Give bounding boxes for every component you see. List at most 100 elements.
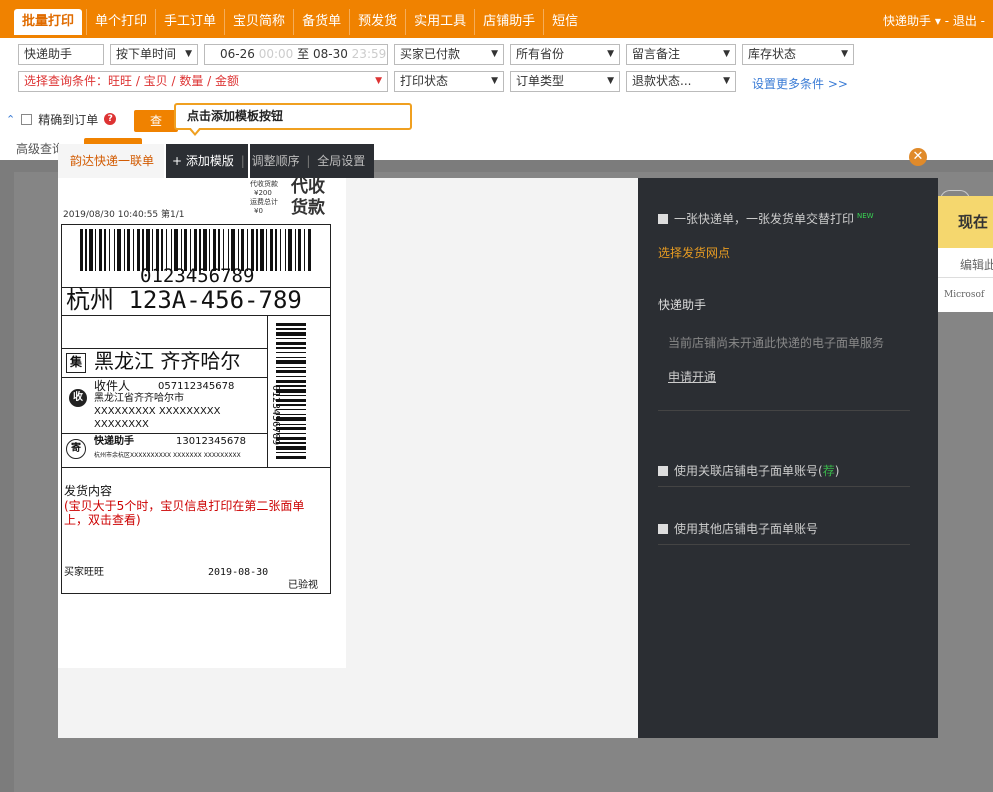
exact-match-label: 精确到订单 — [38, 112, 99, 127]
use-other-checkbox[interactable] — [658, 524, 668, 534]
barcode-bar — [276, 342, 306, 345]
freight-amount: ¥0 — [254, 207, 263, 215]
tab-manual-order[interactable]: 手工订单 — [155, 9, 224, 35]
shop-select[interactable]: 快递助手 — [18, 44, 104, 65]
help-icon[interactable]: ? — [104, 113, 117, 125]
label-paper: 代收货款 ¥200 运费总计 ¥0 代收 货款 2019/08/30 10:40… — [58, 178, 346, 668]
vertical-barcode — [276, 323, 306, 459]
barcode-bar — [95, 229, 96, 271]
tab-batch-print[interactable]: 批量打印 — [14, 9, 83, 35]
alt-print-label: 一张快递单，一张发货单交替打印 — [674, 212, 855, 226]
collapse-up-icon[interactable]: ⌃ — [6, 113, 15, 126]
divider — [62, 315, 330, 316]
global-settings-button[interactable]: 全局设置 — [317, 154, 365, 168]
add-template-button[interactable]: + 添加模版 — [172, 154, 234, 168]
date-range-field[interactable]: 06-26 00:00 至 08-30 23:59 — [204, 44, 388, 65]
divider — [62, 377, 268, 378]
caret-down-icon: ▼ — [375, 76, 382, 86]
cod-amount: ¥200 — [254, 189, 272, 197]
use-related-option[interactable]: 使用关联店铺电子面单账号(荐) — [658, 462, 839, 479]
new-badge: NEW — [857, 212, 874, 220]
content-title: 发货内容 — [64, 484, 113, 498]
barcode-bar — [276, 328, 306, 330]
receiver-name: 收件人 — [94, 379, 131, 393]
barcode-bar — [276, 370, 306, 373]
barcode-bar — [276, 323, 306, 326]
barcode-number: 0123456789 — [140, 265, 255, 287]
tab-yunda-template[interactable]: 韵达快递一联单 — [58, 144, 166, 178]
barcode-bar — [276, 332, 306, 336]
close-icon[interactable]: ✕ — [909, 148, 927, 166]
now-banner[interactable]: 现在 — [938, 196, 993, 248]
barcode-bar — [127, 229, 130, 271]
tab-sms[interactable]: 短信 — [543, 9, 586, 35]
tooltip-arrow-inner — [190, 127, 200, 133]
barcode-bar — [80, 229, 83, 271]
sender-address: 杭州市余杭区XXXXXXXXXX XXXXXXX XXXXXXXXX — [94, 452, 241, 459]
order-type-select[interactable]: 订单类型 ▼ — [510, 71, 620, 92]
guide-tooltip: 点击添加模板按钮 — [174, 103, 412, 130]
cod-amount-label: 代收货款 — [250, 180, 278, 188]
advanced-query-label: 高级查询 — [16, 142, 65, 156]
barcode-bar — [276, 357, 306, 358]
sender-icon: 寄 — [66, 439, 86, 459]
barcode-bar — [270, 229, 273, 271]
toolbar-separator: | — [306, 154, 311, 168]
memo-select[interactable]: 留言备注 ▼ — [626, 44, 736, 65]
tab-single-print[interactable]: 单个打印 — [86, 9, 155, 35]
province-select[interactable]: 所有省份 ▼ — [510, 44, 620, 65]
caret-down-icon: ▼ — [185, 49, 192, 59]
time-end: 23:59 — [351, 47, 387, 61]
receiver-address-3: XXXXXXXX — [94, 419, 149, 430]
tab-tools[interactable]: 实用工具 — [405, 9, 474, 35]
search-button[interactable]: 查 — [134, 110, 178, 132]
refund-status-value: 退款状态... — [632, 74, 692, 88]
recommend-link[interactable]: 荐 — [823, 464, 835, 478]
barcode-bar — [276, 360, 306, 364]
use-other-option[interactable]: 使用其他店铺电子面单账号 — [658, 520, 818, 537]
order-time-select[interactable]: 按下单时间 ▼ — [110, 44, 198, 65]
date-start: 06-26 — [220, 47, 255, 61]
barcode-bar — [133, 229, 134, 271]
apply-link[interactable]: 申请开通 — [668, 368, 716, 385]
more-conditions-link[interactable]: 设置更多条件 >> — [752, 75, 848, 92]
refund-status-select[interactable]: 退款状态... ▼ — [626, 71, 736, 92]
tab-item-alias[interactable]: 宝贝简称 — [224, 9, 293, 35]
exact-match-checkbox[interactable] — [21, 113, 33, 125]
buyer-id: 买家旺旺 — [64, 567, 104, 578]
use-related-suffix: ) — [834, 464, 840, 478]
query-condition-select[interactable]: 选择查询条件：旺旺 / 宝贝 / 数量 / 金额 ▼ — [18, 71, 388, 92]
print-status-select[interactable]: 打印状态 ▼ — [394, 71, 504, 92]
modal-tab-bar: 韵达快递一联单 + 添加模版 | 调整顺序 | 全局设置 ✕ — [58, 136, 938, 182]
tab-stock-list[interactable]: 备货单 — [293, 9, 349, 35]
order-time-value: 按下单时间 — [116, 47, 177, 61]
print-datetime: 2019/08/30 10:40:55 第1/1 — [63, 210, 185, 220]
caret-down-icon: ▼ — [723, 76, 730, 86]
divider — [267, 315, 268, 467]
edit-button[interactable]: 编辑此 — [938, 252, 993, 278]
use-related-checkbox[interactable] — [658, 466, 668, 476]
barcode-bar — [276, 452, 306, 453]
shipping-label: 0123456789 杭州 123A-456-789 0123456789 集 … — [61, 224, 331, 594]
toolbar-separator: | — [240, 154, 245, 168]
barcode-bar — [276, 352, 306, 353]
barcode-bar — [260, 229, 264, 271]
barcode-bar — [304, 229, 305, 271]
time-start: 00:00 — [258, 47, 294, 61]
stock-select[interactable]: 库存状态 ▼ — [742, 44, 854, 65]
verified-label: 已验视 — [288, 580, 318, 591]
barcode-bar — [275, 229, 277, 271]
user-menu[interactable]: 快递助手 ▾ - 退出 - — [883, 12, 985, 29]
barcode-bar — [276, 376, 306, 377]
tab-pre-ship[interactable]: 预发货 — [349, 9, 405, 35]
divider — [658, 410, 910, 411]
order-type-value: 订单类型 — [516, 74, 565, 88]
select-outlet-link[interactable]: 选择发货网点 — [658, 244, 730, 261]
alt-print-checkbox[interactable] — [658, 214, 668, 224]
reorder-button[interactable]: 调整顺序 — [252, 154, 300, 168]
alt-print-option[interactable]: 一张快递单，一张发货单交替打印 NEW — [658, 210, 874, 227]
memo-value: 留言备注 — [632, 47, 681, 61]
pay-status-select[interactable]: 买家已付款 ▼ — [394, 44, 504, 65]
tab-shop-assistant[interactable]: 店铺助手 — [474, 9, 543, 35]
province-value: 所有省份 — [516, 47, 565, 61]
